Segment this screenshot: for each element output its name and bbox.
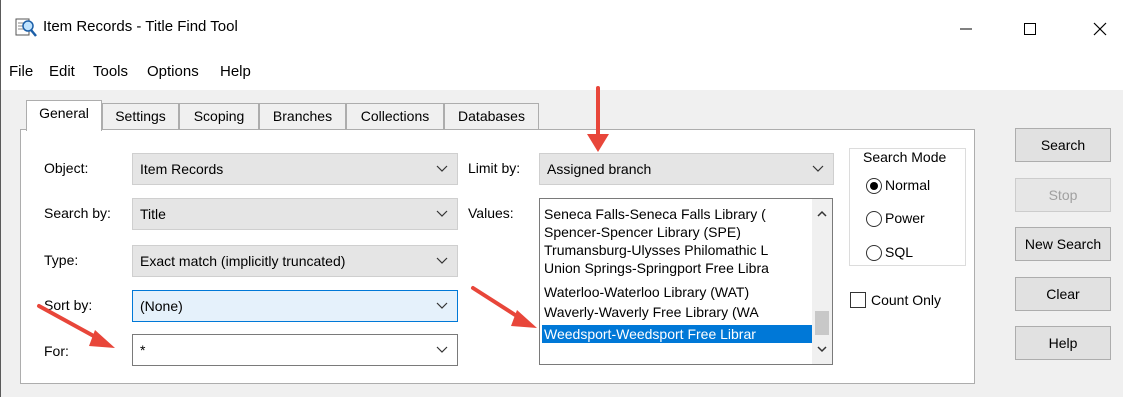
search-mode-title: Search Mode: [861, 149, 949, 165]
maximize-button[interactable]: [1007, 12, 1053, 46]
close-button[interactable]: [1077, 12, 1123, 46]
scrollbar-thumb[interactable]: [815, 311, 829, 335]
list-item[interactable]: Trumansburg-Ulysses Philomathic L: [544, 241, 768, 259]
tab-branches[interactable]: Branches: [259, 103, 346, 129]
type-select[interactable]: Exact match (implicitly truncated): [132, 245, 458, 277]
maximize-icon: [1024, 23, 1036, 35]
chevron-down-icon: [812, 165, 824, 172]
scroll-up-icon[interactable]: [817, 210, 827, 218]
values-scrollbar[interactable]: [812, 199, 832, 364]
object-label: Object:: [44, 160, 89, 176]
app-window: Item Records - Title Find Tool File Edit…: [0, 0, 1123, 397]
title-bar: Item Records - Title Find Tool: [1, 0, 1123, 56]
help-button[interactable]: Help: [1015, 326, 1111, 360]
radio-sql[interactable]: [866, 245, 882, 261]
clear-button[interactable]: Clear: [1015, 277, 1111, 311]
radio-selected-dot: [870, 182, 878, 190]
list-item[interactable]: Waterloo-Waterloo Library (WAT): [544, 283, 749, 301]
searchby-value: Title: [140, 206, 166, 222]
minimize-button[interactable]: [943, 12, 989, 46]
menu-tools[interactable]: Tools: [93, 63, 128, 80]
radio-power-label[interactable]: Power: [885, 210, 925, 226]
new-search-button[interactable]: New Search: [1015, 227, 1111, 261]
searchby-select[interactable]: Title: [132, 198, 458, 230]
chevron-down-icon: [436, 302, 448, 309]
limitby-select[interactable]: Assigned branch: [539, 153, 834, 185]
tab-settings[interactable]: Settings: [102, 103, 179, 129]
radio-power[interactable]: [866, 211, 882, 227]
search-button[interactable]: Search: [1015, 128, 1111, 162]
window-title: Item Records - Title Find Tool: [43, 18, 238, 35]
limitby-value: Assigned branch: [547, 161, 652, 177]
scroll-down-icon[interactable]: [817, 345, 827, 353]
tab-general[interactable]: General: [26, 100, 102, 131]
radio-sql-label[interactable]: SQL: [885, 244, 913, 260]
find-tool-icon: [15, 18, 37, 37]
for-input[interactable]: *: [132, 334, 458, 366]
tab-collections[interactable]: Collections: [346, 103, 444, 129]
list-item[interactable]: Spencer-Spencer Library (SPE): [544, 223, 741, 241]
chevron-down-icon: [436, 210, 448, 217]
list-item[interactable]: Union Springs-Springport Free Libra: [544, 259, 769, 277]
chevron-down-icon: [436, 165, 448, 172]
stop-button[interactable]: Stop: [1015, 178, 1111, 212]
tab-databases[interactable]: Databases: [444, 103, 539, 129]
tab-scoping[interactable]: Scoping: [179, 103, 259, 129]
minimize-icon: [960, 28, 972, 30]
menu-help[interactable]: Help: [220, 63, 251, 80]
object-select[interactable]: Item Records: [132, 153, 458, 185]
object-value: Item Records: [140, 161, 224, 177]
menu-options[interactable]: Options: [147, 63, 199, 80]
radio-normal[interactable]: [866, 178, 882, 194]
radio-normal-label[interactable]: Normal: [885, 177, 930, 193]
sortby-value: (None): [140, 298, 183, 314]
searchby-label: Search by:: [44, 205, 111, 221]
values-listbox[interactable]: Seneca Falls-Seneca Falls Library ( Spen…: [539, 198, 833, 365]
type-label: Type:: [44, 252, 79, 268]
limitby-label: Limit by:: [468, 160, 521, 176]
sortby-label: Sort by:: [44, 297, 93, 313]
menu-file[interactable]: File: [9, 63, 33, 80]
list-item-selected[interactable]: Weedsport-Weedsport Free Librar: [542, 325, 816, 343]
close-icon: [1093, 22, 1107, 36]
count-only-label[interactable]: Count Only: [871, 292, 941, 308]
for-label: For:: [44, 343, 69, 359]
sortby-select[interactable]: (None): [132, 290, 458, 322]
count-only-checkbox[interactable]: [850, 292, 866, 308]
menu-bar: File Edit Tools Options Help: [1, 56, 1123, 90]
list-item[interactable]: Waverly-Waverly Free Library (WA: [544, 303, 759, 321]
menu-edit[interactable]: Edit: [49, 63, 75, 80]
type-value: Exact match (implicitly truncated): [140, 253, 346, 269]
list-item[interactable]: Seneca Falls-Seneca Falls Library (: [544, 205, 766, 223]
chevron-down-icon: [436, 257, 448, 264]
for-value: *: [140, 342, 146, 358]
chevron-down-icon: [436, 346, 448, 353]
values-label: Values:: [468, 205, 514, 221]
